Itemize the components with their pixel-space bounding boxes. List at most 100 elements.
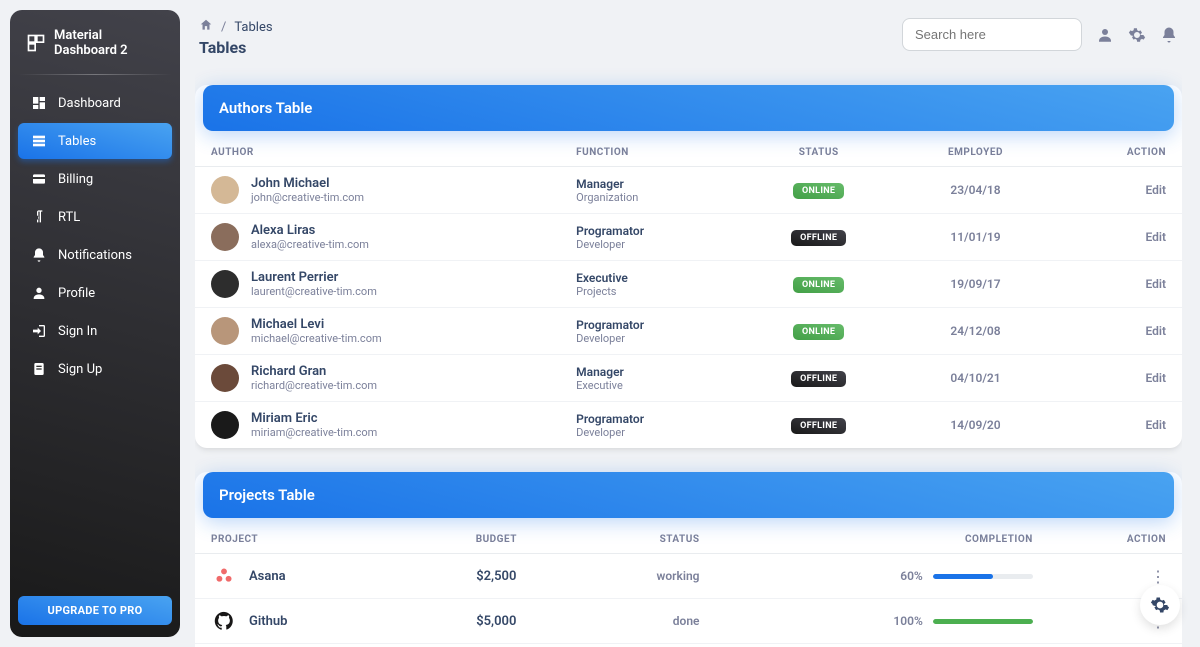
function-sub: Organization [576, 191, 724, 204]
col-function: FUNCTION [560, 139, 740, 167]
search-box[interactable] [902, 18, 1082, 51]
gear-icon[interactable] [1128, 26, 1146, 44]
avatar [211, 411, 239, 439]
author-cell: Miriam Eric miriam@creative-tim.com [211, 411, 544, 439]
avatar [211, 317, 239, 345]
table-row: Michael Levi michael@creative-tim.com Pr… [195, 308, 1182, 355]
edit-button[interactable]: Edit [1145, 418, 1166, 432]
projects-card-header: Projects Table [203, 472, 1174, 518]
function-title: Programator [576, 412, 724, 426]
progress-fill [933, 619, 1033, 624]
dashboard-icon [30, 94, 48, 112]
employed-date: 14/09/20 [897, 402, 1054, 449]
author-email: miriam@creative-tim.com [251, 426, 377, 439]
upgrade-button[interactable]: UPGRADE TO PRO [18, 596, 172, 625]
sidebar-nav: Dashboard Tables Billing RTL Notificatio… [18, 85, 172, 596]
employed-date: 24/12/08 [897, 308, 1054, 355]
project-budget: $2,500 [476, 569, 516, 584]
function-title: Manager [576, 177, 724, 191]
breadcrumb: / Tables [199, 18, 273, 36]
sidebar-item-label: Billing [58, 172, 93, 187]
status-badge: ONLINE [793, 324, 844, 340]
brand-icon [26, 32, 46, 54]
col-author: AUTHOR [195, 139, 560, 167]
project-status: done [673, 614, 700, 628]
tables-icon [30, 132, 48, 150]
edit-button[interactable]: Edit [1145, 324, 1166, 338]
github-icon [211, 608, 237, 634]
avatar [211, 270, 239, 298]
author-name: John Michael [251, 176, 364, 191]
projects-card: Projects Table PROJECT BUDGET STATUS COM… [195, 472, 1182, 647]
projects-table: PROJECT BUDGET STATUS COMPLETION ACTION … [195, 526, 1182, 647]
sidebar-item-dashboard[interactable]: Dashboard [18, 85, 172, 121]
home-icon[interactable] [199, 18, 213, 36]
sidebar-item-label: Sign In [58, 324, 97, 339]
bell-icon[interactable] [1160, 26, 1178, 44]
status-badge: OFFLINE [791, 230, 846, 246]
table-row: Asana $2,500 working 60% ⋮ [195, 554, 1182, 599]
project-cell: Asana [211, 563, 412, 589]
edit-button[interactable]: Edit [1145, 230, 1166, 244]
author-email: michael@creative-tim.com [251, 332, 382, 345]
table-row: John Michael john@creative-tim.com Manag… [195, 167, 1182, 214]
sidebar-item-signup[interactable]: Sign Up [18, 351, 172, 387]
table-row: Alexa Liras alexa@creative-tim.com Progr… [195, 214, 1182, 261]
sidebar-item-label: Notifications [58, 248, 132, 263]
author-email: laurent@creative-tim.com [251, 285, 377, 298]
sidebar-item-billing[interactable]: Billing [18, 161, 172, 197]
function-title: Executive [576, 271, 724, 285]
table-row: Github $5,000 done 100% ⋮ [195, 599, 1182, 644]
sidebar-item-signin[interactable]: Sign In [18, 313, 172, 349]
employed-date: 19/09/17 [897, 261, 1054, 308]
sidebar-item-label: Sign Up [58, 362, 102, 377]
completion: 100% [731, 614, 1032, 628]
project-cell: Github [211, 608, 412, 634]
progress-bar [933, 619, 1033, 624]
more-button[interactable]: ⋮ [1150, 567, 1166, 586]
author-name: Michael Levi [251, 317, 382, 332]
breadcrumb-current: Tables [234, 20, 272, 35]
authors-table: AUTHOR FUNCTION STATUS EMPLOYED ACTION J… [195, 139, 1182, 448]
sidebar-item-notifications[interactable]: Notifications [18, 237, 172, 273]
function-sub: Developer [576, 426, 724, 439]
function-sub: Projects [576, 285, 724, 298]
status-badge: OFFLINE [791, 371, 846, 387]
author-cell: John Michael john@creative-tim.com [211, 176, 544, 204]
brand[interactable]: Material Dashboard 2 [18, 22, 172, 70]
function-sub: Developer [576, 332, 724, 345]
edit-button[interactable]: Edit [1145, 183, 1166, 197]
project-name: Asana [249, 569, 286, 584]
settings-fab[interactable] [1140, 585, 1180, 625]
author-cell: Richard Gran richard@creative-tim.com [211, 364, 544, 392]
edit-button[interactable]: Edit [1145, 371, 1166, 385]
col-action: ACTION [1054, 139, 1182, 167]
sidebar-item-rtl[interactable]: RTL [18, 199, 172, 235]
status-badge: ONLINE [793, 277, 844, 293]
col-status: STATUS [740, 139, 897, 167]
author-cell: Michael Levi michael@creative-tim.com [211, 317, 544, 345]
author-cell: Alexa Liras alexa@creative-tim.com [211, 223, 544, 251]
sidebar: Material Dashboard 2 Dashboard Tables Bi… [10, 10, 180, 637]
author-email: richard@creative-tim.com [251, 379, 377, 392]
author-name: Miriam Eric [251, 411, 377, 426]
account-icon[interactable] [1096, 26, 1114, 44]
function-title: Programator [576, 318, 724, 332]
employed-date: 11/01/19 [897, 214, 1054, 261]
sidebar-item-label: Dashboard [58, 96, 121, 111]
bell-icon [30, 246, 48, 264]
user-icon [30, 284, 48, 302]
edit-button[interactable]: Edit [1145, 277, 1166, 291]
col-project: PROJECT [195, 526, 428, 554]
project-name: Github [249, 614, 287, 629]
function-sub: Developer [576, 238, 724, 251]
authors-card: Authors Table AUTHOR FUNCTION STATUS EMP… [195, 85, 1182, 448]
project-status: working [657, 569, 700, 583]
search-input[interactable] [915, 27, 1069, 42]
page-title: Tables [199, 38, 273, 57]
breadcrumb-sep: / [221, 20, 226, 35]
sidebar-item-tables[interactable]: Tables [18, 123, 172, 159]
sidebar-item-profile[interactable]: Profile [18, 275, 172, 311]
sidebar-item-label: Tables [58, 134, 96, 149]
topbar-left: / Tables Tables [199, 18, 273, 57]
